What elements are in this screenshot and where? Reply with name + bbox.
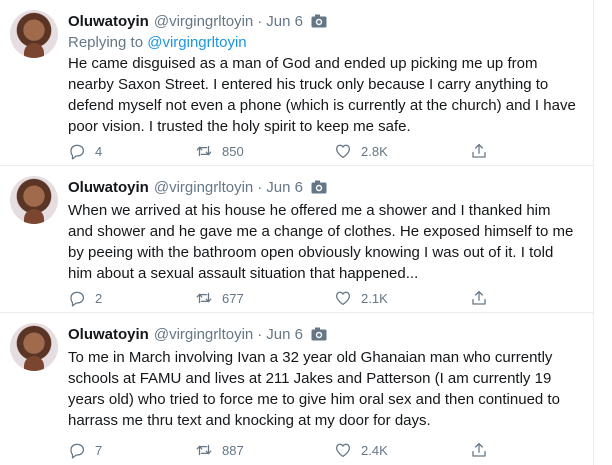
- share-upload-icon: [472, 442, 486, 457]
- tweet[interactable]: Oluwatoyin @virgingrltoyin · Jun 6 To me…: [0, 313, 594, 465]
- reply-button[interactable]: 7: [68, 439, 102, 461]
- tweet[interactable]: Oluwatoyin @virgingrltoyin · Jun 6 When …: [0, 166, 594, 313]
- avatar[interactable]: [10, 323, 58, 371]
- retweet-arrows-icon: [196, 145, 212, 157]
- separator-dot: ·: [257, 12, 263, 30]
- retweet-count: 887: [222, 442, 244, 458]
- tweet-date[interactable]: Jun 6: [266, 13, 303, 30]
- retweet-arrows-icon: [196, 444, 212, 456]
- retweet-button[interactable]: 887: [195, 439, 244, 461]
- reply-count: 7: [95, 442, 103, 458]
- tweet-text: When we arrived at his house he offered …: [68, 202, 574, 282]
- tweet-actions: 2 677 2.1K: [68, 287, 488, 309]
- separator-dot: ·: [257, 325, 263, 343]
- replying-to-handle[interactable]: @virgingrltoyin: [147, 34, 246, 51]
- retweet-button[interactable]: 850: [195, 140, 244, 162]
- tweet-date[interactable]: Jun 6: [266, 179, 303, 196]
- reply-button[interactable]: 4: [68, 140, 102, 162]
- like-count: 2.1K: [361, 290, 388, 306]
- tweet[interactable]: Oluwatoyin @virgingrltoyin · Jun 6 Reply…: [0, 0, 594, 166]
- speech-bubble-icon: [70, 291, 85, 307]
- camera-icon: [311, 14, 327, 28]
- author-name[interactable]: Oluwatoyin: [68, 326, 149, 343]
- tweet-text: To me in March involving Ivan a 32 year …: [68, 349, 560, 429]
- heart-icon: [335, 291, 351, 306]
- avatar[interactable]: [10, 176, 58, 224]
- tweet-thread: Oluwatoyin @virgingrltoyin · Jun 6 Reply…: [0, 0, 594, 465]
- retweet-count: 850: [222, 143, 244, 159]
- like-button[interactable]: 2.1K: [334, 287, 388, 309]
- replying-to: Replying to @virgingrltoyin: [68, 34, 247, 51]
- share-button[interactable]: [470, 140, 488, 162]
- retweet-arrows-icon: [196, 292, 212, 304]
- like-button[interactable]: 2.4K: [334, 439, 388, 461]
- speech-bubble-icon: [70, 144, 85, 160]
- heart-icon: [335, 443, 351, 458]
- camera-icon: [311, 327, 327, 341]
- tweet-actions: 7 887 2.4K: [68, 439, 488, 461]
- like-count: 2.4K: [361, 442, 388, 458]
- heart-icon: [335, 144, 351, 159]
- separator-dot: ·: [257, 178, 263, 196]
- author-handle[interactable]: @virgingrltoyin: [154, 179, 253, 196]
- author-handle[interactable]: @virgingrltoyin: [154, 326, 253, 343]
- reply-button[interactable]: 2: [68, 287, 102, 309]
- tweet-header: Oluwatoyin @virgingrltoyin · Jun 6: [68, 178, 327, 196]
- share-button[interactable]: [470, 287, 488, 309]
- author-handle[interactable]: @virgingrltoyin: [154, 13, 253, 30]
- retweet-button[interactable]: 677: [195, 287, 244, 309]
- reply-count: 2: [95, 290, 103, 306]
- share-upload-icon: [472, 143, 486, 158]
- author-name[interactable]: Oluwatoyin: [68, 13, 149, 30]
- like-button[interactable]: 2.8K: [334, 140, 388, 162]
- retweet-count: 677: [222, 290, 244, 306]
- tweet-actions: 4 850 2.8K: [68, 140, 488, 162]
- reply-count: 4: [95, 143, 103, 159]
- tweet-date[interactable]: Jun 6: [266, 326, 303, 343]
- share-upload-icon: [472, 290, 486, 305]
- author-name[interactable]: Oluwatoyin: [68, 179, 149, 196]
- share-button[interactable]: [470, 439, 488, 461]
- tweet-header: Oluwatoyin @virgingrltoyin · Jun 6: [68, 12, 327, 30]
- speech-bubble-icon: [70, 443, 85, 459]
- tweet-text: He came disguised as a man of God and en…: [68, 55, 576, 135]
- camera-icon: [311, 180, 327, 194]
- like-count: 2.8K: [361, 143, 388, 159]
- replying-to-label: Replying to: [68, 34, 144, 51]
- tweet-header: Oluwatoyin @virgingrltoyin · Jun 6: [68, 325, 327, 343]
- avatar[interactable]: [10, 10, 58, 58]
